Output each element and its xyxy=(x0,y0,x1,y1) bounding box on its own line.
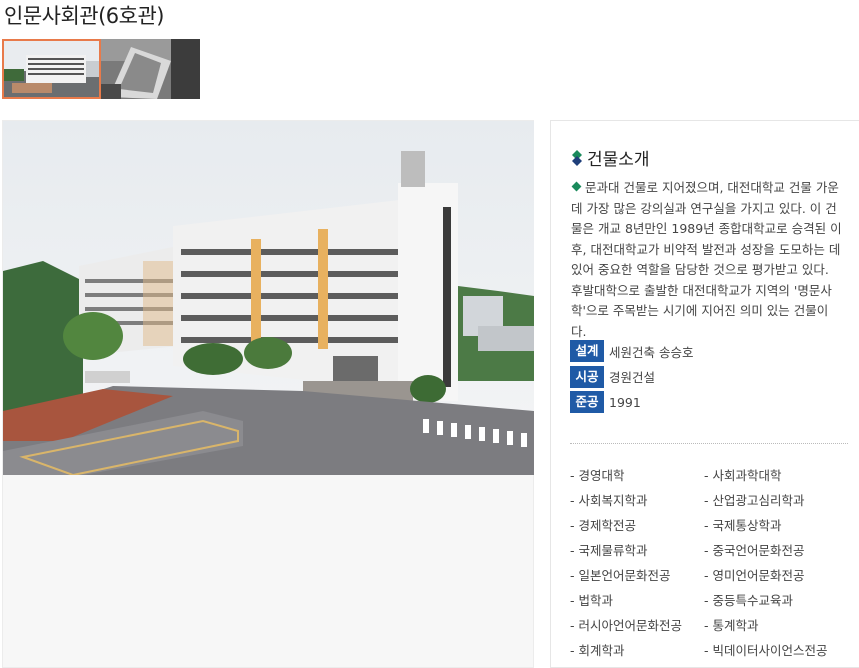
department-item[interactable]: - 사회복지학과 xyxy=(570,491,704,510)
department-item[interactable]: - 일본언어문화전공 xyxy=(570,566,704,585)
department-item[interactable]: - 영미언어문화전공 xyxy=(704,566,854,585)
building-photo xyxy=(3,121,534,475)
building-thumbnail-image xyxy=(101,39,200,99)
department-item[interactable]: - 법학과 xyxy=(570,591,704,610)
section-title-text: 건물소개 xyxy=(587,150,650,170)
dotted-divider xyxy=(570,443,848,444)
fact-label: 시공 xyxy=(570,365,604,388)
department-item[interactable]: - 사회과학대학 xyxy=(704,466,854,485)
building-thumbnail-image xyxy=(4,41,99,97)
fact-label: 준공 xyxy=(570,391,604,413)
fact-label: 설계 xyxy=(570,340,604,362)
department-item[interactable]: - 경제학전공 xyxy=(570,516,704,535)
fact-value: 세원건축 송승호 xyxy=(609,344,694,360)
fact-value: 경원건설 xyxy=(609,370,656,385)
fact-value: 1991 xyxy=(609,394,641,410)
department-item[interactable]: - 중등특수교육과 xyxy=(704,591,854,610)
department-item[interactable]: - 산업광고심리학과 xyxy=(704,491,854,510)
thumbnail-side-view[interactable] xyxy=(101,39,200,99)
photo-panel xyxy=(2,120,534,668)
fact-row-completion: 준공 1991 xyxy=(570,391,693,413)
department-item[interactable]: - 중국언어문화전공 xyxy=(704,541,854,560)
department-item[interactable]: - 회계학과 xyxy=(570,641,704,660)
building-description: 문과대 건물로 지어졌으며, 대전대학교 건물 가운데 가장 많은 강의실과 연… xyxy=(571,178,843,342)
section-title: 건물소개 xyxy=(571,145,650,170)
department-item[interactable]: - 빅데이터사이언스전공 xyxy=(704,641,854,660)
page-title: 인문사회관(6호관) xyxy=(4,4,165,28)
double-diamond-icon xyxy=(572,149,582,166)
fact-row-design: 설계 세원건축 송승호 xyxy=(570,340,693,362)
bullet-icon xyxy=(571,181,582,192)
department-item[interactable]: - 통계학과 xyxy=(704,616,854,635)
department-item[interactable]: - 국제물류학과 xyxy=(570,541,704,560)
fact-row-construction: 시공 경원건설 xyxy=(570,365,693,388)
department-list: - 경영대학 - 사회과학대학 - 사회복지학과 - 산업광고심리학과 - 경제… xyxy=(570,466,855,660)
thumbnail-strip xyxy=(2,39,200,99)
department-item[interactable]: - 경영대학 xyxy=(570,466,704,485)
description-text: 문과대 건물로 지어졌으며, 대전대학교 건물 가운데 가장 많은 강의실과 연… xyxy=(571,180,842,339)
department-item[interactable]: - 러시아언어문화전공 xyxy=(570,616,704,635)
thumbnail-front-view[interactable] xyxy=(2,39,101,99)
department-item[interactable]: - 국제통상학과 xyxy=(704,516,854,535)
building-facts: 설계 세원건축 송승호 시공 경원건설 준공 1991 xyxy=(570,340,693,417)
building-photo-image xyxy=(3,121,534,475)
building-info-panel: 건물소개 문과대 건물로 지어졌으며, 대전대학교 건물 가운데 가장 많은 강… xyxy=(550,120,859,668)
